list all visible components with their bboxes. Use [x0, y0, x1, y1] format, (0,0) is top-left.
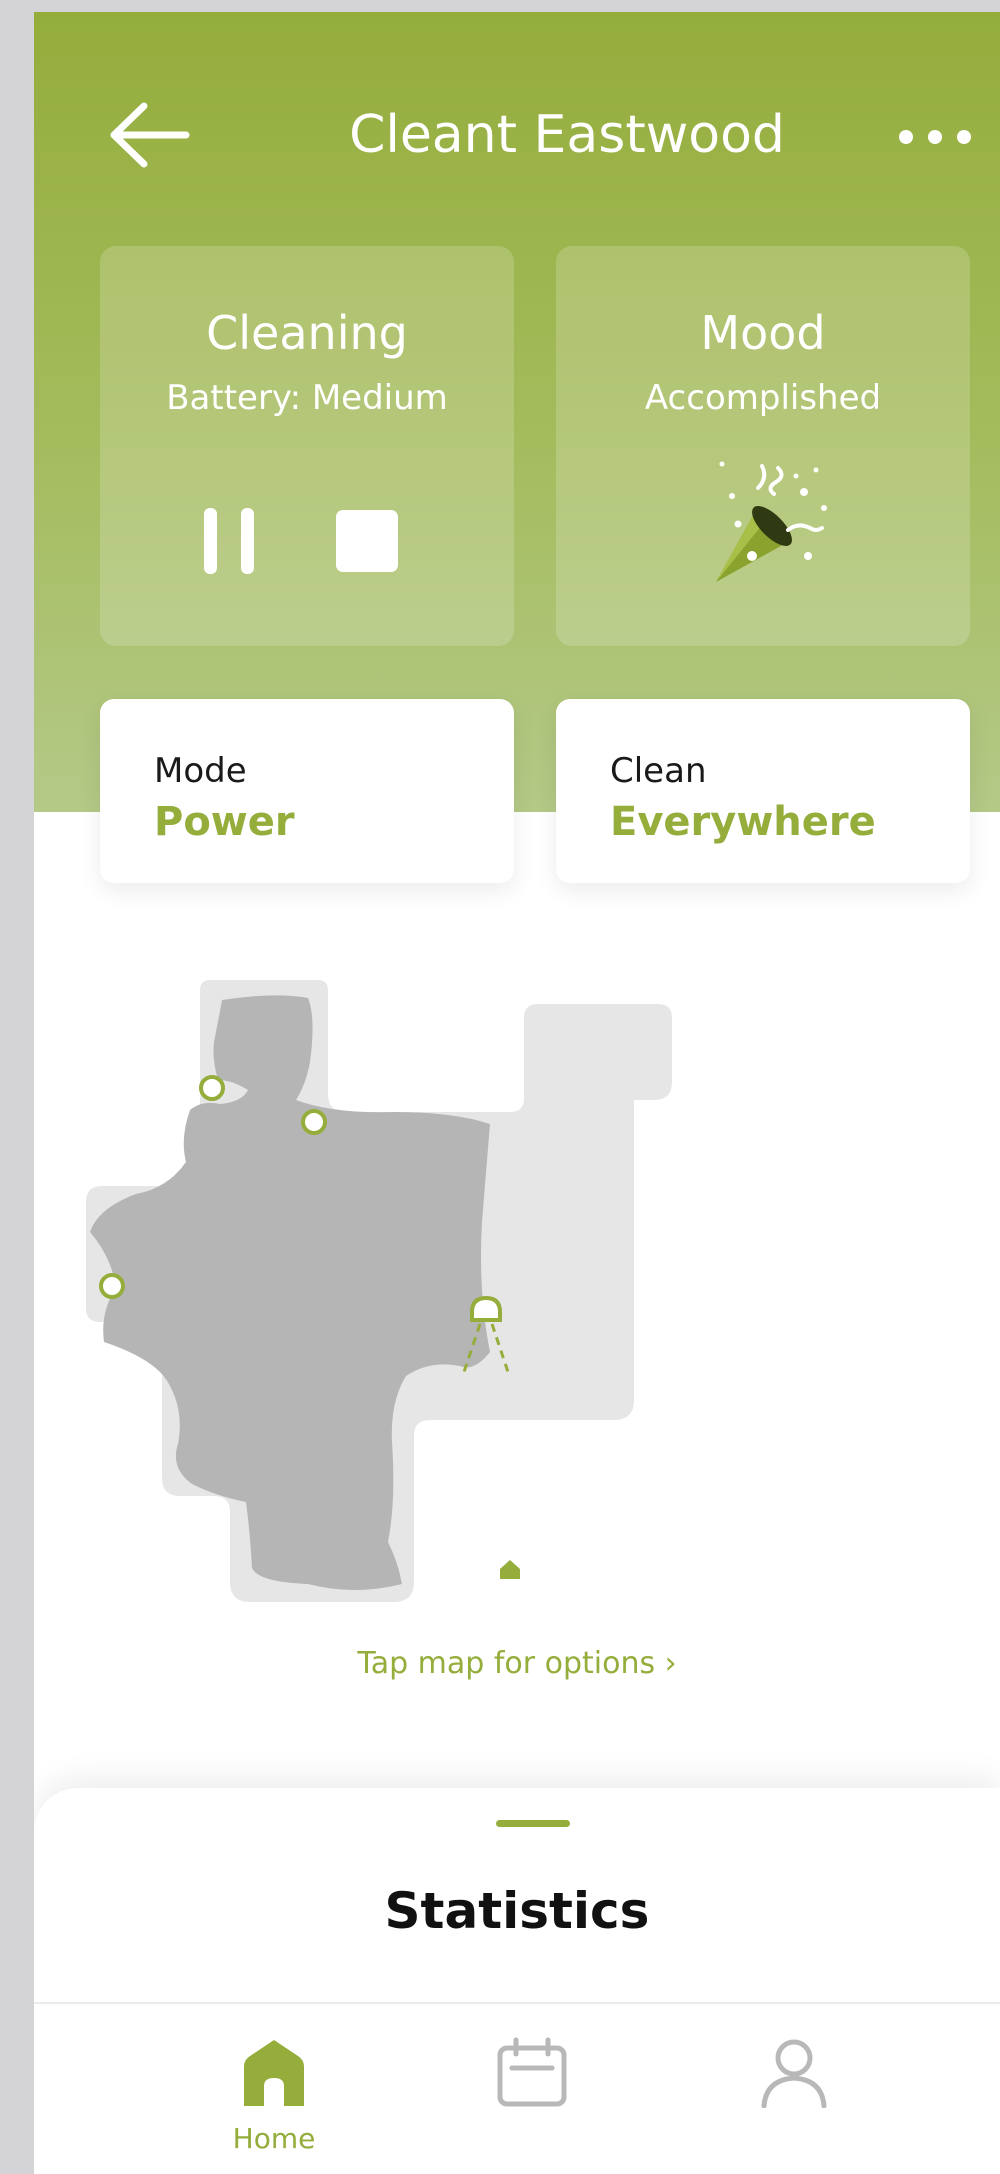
- mood-card: Mood Accomplished: [556, 246, 970, 646]
- calendar-icon: [497, 2037, 567, 2107]
- robot-name-title: Cleant Eastwood: [349, 105, 785, 165]
- status-title: Cleaning: [206, 306, 408, 360]
- mode-card[interactable]: Mode Power: [100, 699, 514, 883]
- map-waypoint: [199, 1075, 225, 1101]
- pause-icon: [204, 508, 254, 574]
- battery-status: Battery: Medium: [166, 378, 448, 418]
- profile-icon: [761, 2039, 827, 2108]
- tab-calendar[interactable]: [442, 2026, 622, 2156]
- cleaning-status-card: Cleaning Battery: Medium: [100, 246, 514, 646]
- map-waypoint: [301, 1109, 327, 1135]
- stop-icon: [336, 510, 398, 572]
- party-popper-icon: [716, 461, 827, 582]
- mode-value: Power: [154, 799, 295, 845]
- more-icon: [899, 130, 971, 144]
- bottom-tab-bar: Home: [34, 2002, 1000, 2174]
- clean-value: Everywhere: [610, 799, 876, 845]
- mood-value: Accomplished: [644, 378, 882, 418]
- map-waypoint: [99, 1273, 125, 1299]
- home-icon: [244, 2040, 304, 2106]
- clean-label: Clean: [610, 751, 707, 791]
- tab-home-label: Home: [232, 2122, 316, 2155]
- top-bar: Cleant Eastwood: [34, 12, 1000, 242]
- tab-home[interactable]: Home: [184, 2026, 364, 2156]
- statistics-title: Statistics: [384, 1882, 650, 1940]
- dock-home-icon: [490, 1550, 530, 1590]
- map-options-link[interactable]: Tap map for options ›: [34, 1646, 1000, 1681]
- back-arrow-icon: [110, 102, 190, 168]
- map-cleaned-area: [90, 995, 490, 1590]
- back-button[interactable]: [104, 90, 194, 180]
- mood-title: Mood: [700, 306, 826, 360]
- tab-profile[interactable]: [704, 2026, 884, 2156]
- more-button[interactable]: [890, 107, 980, 167]
- floor-map[interactable]: [34, 962, 1000, 1622]
- stop-button[interactable]: [336, 510, 398, 572]
- sheet-drag-handle[interactable]: [496, 1820, 570, 1827]
- mode-label: Mode: [154, 751, 247, 791]
- clean-area-card[interactable]: Clean Everywhere: [556, 699, 970, 883]
- pause-button[interactable]: [204, 508, 254, 574]
- app-screen: Cleant Eastwood Cleaning Battery: Medium…: [34, 12, 1000, 2174]
